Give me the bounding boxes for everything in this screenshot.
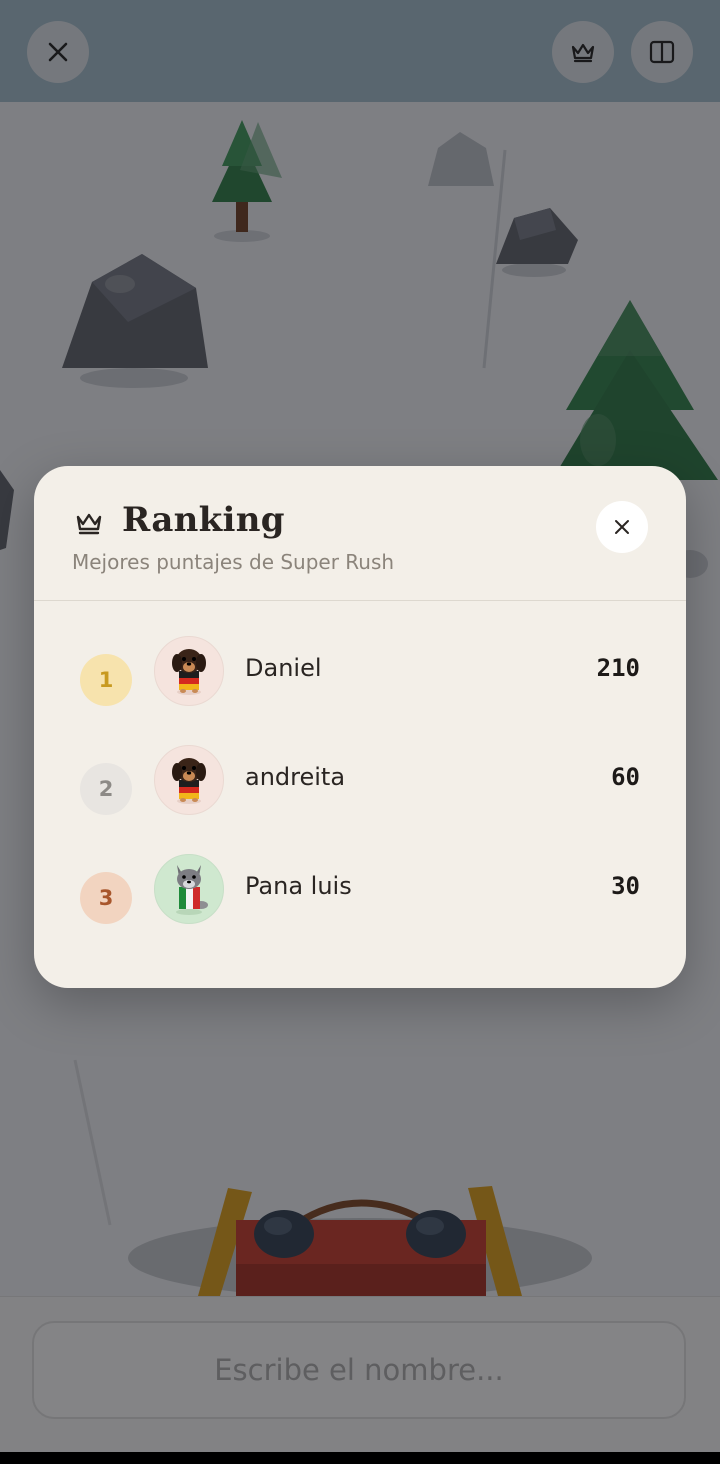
rank-badge: 3 xyxy=(80,872,132,924)
dachshund-germany-avatar xyxy=(154,745,224,815)
rank-badge: 2 xyxy=(80,763,132,815)
ranking-row: 3 Pana luis 30 xyxy=(34,854,686,944)
player-name: Pana luis xyxy=(245,872,352,900)
rank-badge: 1 xyxy=(80,654,132,706)
player-name: Daniel xyxy=(245,654,322,682)
close-ranking-button[interactable] xyxy=(596,501,648,553)
game-screen: Ranking Mejores puntajes de Super Rush 1 xyxy=(0,0,720,1452)
player-score: 210 xyxy=(596,654,640,682)
player-score: 60 xyxy=(611,763,640,791)
ranking-title: Ranking xyxy=(122,500,285,540)
ranking-modal-header: Ranking Mejores puntajes de Super Rush xyxy=(34,466,686,601)
dachshund-germany-avatar xyxy=(154,636,224,706)
ranking-subtitle: Mejores puntajes de Super Rush xyxy=(72,550,395,574)
player-score: 30 xyxy=(611,872,640,900)
ranking-row: 2 andreita 60 xyxy=(34,745,686,835)
ranking-modal: Ranking Mejores puntajes de Super Rush 1 xyxy=(34,466,686,988)
ranking-row: 1 Daniel 210 xyxy=(34,636,686,726)
screen-bottom-edge xyxy=(0,1452,720,1464)
wolf-italy-avatar xyxy=(154,854,224,924)
player-name: andreita xyxy=(245,763,346,791)
crown-icon xyxy=(76,513,102,535)
close-icon xyxy=(615,520,629,534)
